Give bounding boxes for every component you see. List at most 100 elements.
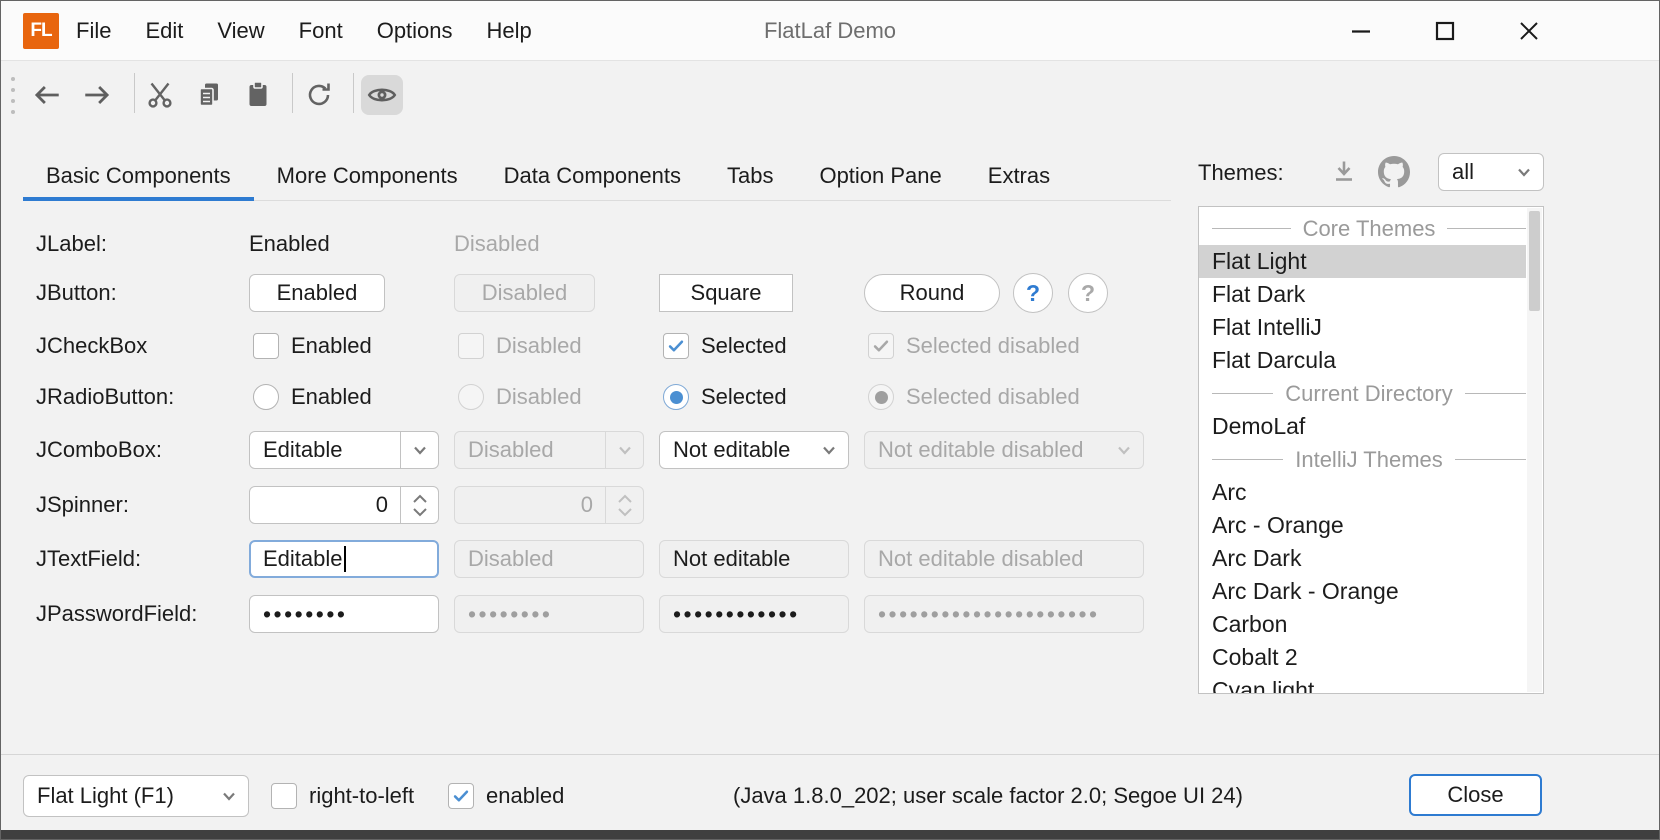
enabled-checkbox-label[interactable]: enabled bbox=[486, 781, 564, 811]
refresh-button[interactable] bbox=[299, 75, 339, 115]
download-themes-button[interactable] bbox=[1329, 157, 1359, 193]
tab-option-pane[interactable]: Option Pane bbox=[796, 151, 964, 200]
maximize-button[interactable] bbox=[1410, 1, 1480, 61]
spinner-buttons[interactable] bbox=[400, 487, 438, 523]
theme-item-carbon[interactable]: Carbon bbox=[1199, 608, 1526, 641]
radio-selected-label[interactable]: Selected bbox=[701, 382, 787, 412]
textfield-editable[interactable]: Editable bbox=[249, 540, 439, 578]
close-icon bbox=[1516, 18, 1542, 44]
jlabel-enabled: Enabled bbox=[249, 229, 330, 259]
menu-item-options[interactable]: Options bbox=[360, 1, 470, 61]
radio-selected-disabled bbox=[868, 384, 894, 410]
minimize-button[interactable] bbox=[1326, 1, 1396, 61]
checkmark-icon bbox=[450, 785, 472, 807]
theme-item-arc-orange[interactable]: Arc - Orange bbox=[1199, 509, 1526, 542]
chevron-down-icon bbox=[617, 507, 633, 517]
passwordfield-not-editable-disabled: ••••••••••••••••••••• bbox=[864, 595, 1144, 633]
passwordfield-not-editable[interactable]: •••••••••••• bbox=[659, 595, 849, 633]
textfield-disabled-value: Disabled bbox=[468, 546, 554, 572]
theme-item-cyan-light[interactable]: Cyan light bbox=[1199, 674, 1526, 694]
scrollbar-thumb[interactable] bbox=[1529, 211, 1540, 311]
themes-filter-combobox[interactable]: all bbox=[1438, 153, 1544, 191]
refresh-icon bbox=[304, 80, 334, 110]
help-button[interactable]: ? bbox=[1013, 273, 1053, 313]
round-button[interactable]: Round bbox=[864, 274, 1000, 312]
menu-item-help[interactable]: Help bbox=[470, 1, 549, 61]
close-button[interactable]: Close bbox=[1409, 774, 1542, 816]
textfield-not-editable-disabled-value: Not editable disabled bbox=[878, 546, 1083, 572]
jtextfield-row-label: JTextField: bbox=[36, 544, 141, 574]
checkmark-icon bbox=[665, 335, 687, 357]
chevron-down-icon[interactable] bbox=[1505, 154, 1543, 190]
menu-item-file[interactable]: File bbox=[59, 1, 128, 61]
spinner-enabled[interactable]: 0 bbox=[249, 486, 439, 524]
right-to-left-checkbox[interactable] bbox=[271, 783, 297, 809]
radio-selected-disabled-label: Selected disabled bbox=[906, 382, 1080, 412]
textfield-not-editable[interactable]: Not editable bbox=[659, 540, 849, 578]
combobox-not-editable-value: Not editable bbox=[673, 437, 790, 463]
back-button[interactable] bbox=[27, 75, 67, 115]
spinner-enabled-value[interactable]: 0 bbox=[376, 492, 388, 518]
checkbox-selected[interactable] bbox=[663, 333, 689, 359]
square-button[interactable]: Square bbox=[659, 274, 793, 312]
right-to-left-label[interactable]: right-to-left bbox=[309, 781, 414, 811]
passwordfield-not-editable-disabled-value: ••••••••••••••••••••• bbox=[878, 601, 1100, 628]
chevron-down-icon bbox=[605, 432, 643, 468]
checkbox-enabled-label[interactable]: Enabled bbox=[291, 331, 372, 361]
toolbar-separator bbox=[134, 73, 135, 113]
theme-item-arc[interactable]: Arc bbox=[1199, 476, 1526, 509]
bottombar-separator bbox=[1, 754, 1660, 755]
tab-basic-components[interactable]: Basic Components bbox=[23, 151, 254, 200]
github-link-button[interactable] bbox=[1378, 156, 1410, 194]
download-icon bbox=[1329, 157, 1359, 187]
radio-selected[interactable] bbox=[663, 384, 689, 410]
theme-item-arc-dark[interactable]: Arc Dark bbox=[1199, 542, 1526, 575]
chevron-down-icon[interactable] bbox=[810, 432, 848, 468]
eye-icon bbox=[366, 79, 398, 111]
jcheckbox-row-label: JCheckBox bbox=[36, 331, 147, 361]
theme-item-flat-darcula[interactable]: Flat Darcula bbox=[1199, 344, 1526, 377]
forward-button[interactable] bbox=[77, 75, 117, 115]
enabled-checkbox[interactable] bbox=[448, 783, 474, 809]
spinner-disabled-value: 0 bbox=[581, 492, 593, 518]
spinner-buttons bbox=[605, 487, 643, 523]
passwordfield-enabled[interactable]: •••••••• bbox=[249, 595, 439, 633]
tab-extras[interactable]: Extras bbox=[965, 151, 1073, 200]
checkbox-enabled[interactable] bbox=[253, 333, 279, 359]
themes-scrollbar[interactable] bbox=[1527, 208, 1542, 692]
theme-item-cobalt-2[interactable]: Cobalt 2 bbox=[1199, 641, 1526, 674]
themes-label: Themes: bbox=[1198, 158, 1284, 188]
back-arrow-icon bbox=[31, 79, 63, 111]
menu-item-view[interactable]: View bbox=[200, 1, 281, 61]
theme-item-flat-light[interactable]: Flat Light bbox=[1199, 245, 1526, 278]
tab-more-components[interactable]: More Components bbox=[254, 151, 481, 200]
tab-bar: Basic Components More Components Data Co… bbox=[23, 151, 1171, 201]
window-bottom-edge bbox=[1, 830, 1659, 839]
radio-enabled-label[interactable]: Enabled bbox=[291, 382, 372, 412]
radio-enabled[interactable] bbox=[253, 384, 279, 410]
menu-item-edit[interactable]: Edit bbox=[128, 1, 200, 61]
theme-item-flat-dark[interactable]: Flat Dark bbox=[1199, 278, 1526, 311]
enabled-button[interactable]: Enabled bbox=[249, 274, 385, 312]
chevron-down-icon[interactable] bbox=[210, 776, 248, 816]
theme-item-demolaf[interactable]: DemoLaf bbox=[1199, 410, 1526, 443]
theme-item-flat-intellij[interactable]: Flat IntelliJ bbox=[1199, 311, 1526, 344]
combobox-editable[interactable]: Editable bbox=[249, 431, 439, 469]
tab-data-components[interactable]: Data Components bbox=[481, 151, 704, 200]
checkbox-selected-label[interactable]: Selected bbox=[701, 331, 787, 361]
radio-dot bbox=[875, 391, 888, 404]
toolbar-grip[interactable] bbox=[11, 77, 15, 114]
menu-item-font[interactable]: Font bbox=[282, 1, 360, 61]
textfield-not-editable-value: Not editable bbox=[673, 546, 790, 572]
cut-button[interactable] bbox=[140, 75, 180, 115]
copy-button[interactable] bbox=[189, 75, 229, 115]
combobox-not-editable[interactable]: Not editable bbox=[659, 431, 849, 469]
chevron-down-icon[interactable] bbox=[400, 432, 438, 468]
close-window-button[interactable] bbox=[1494, 1, 1564, 61]
theme-item-arc-dark-orange[interactable]: Arc Dark - Orange bbox=[1199, 575, 1526, 608]
laf-selector-combobox[interactable]: Flat Light (F1) bbox=[23, 775, 249, 817]
chevron-down-icon bbox=[1105, 432, 1143, 468]
paste-button[interactable] bbox=[238, 75, 278, 115]
show-toggle-button[interactable] bbox=[361, 75, 403, 115]
tab-tabs[interactable]: Tabs bbox=[704, 151, 796, 200]
